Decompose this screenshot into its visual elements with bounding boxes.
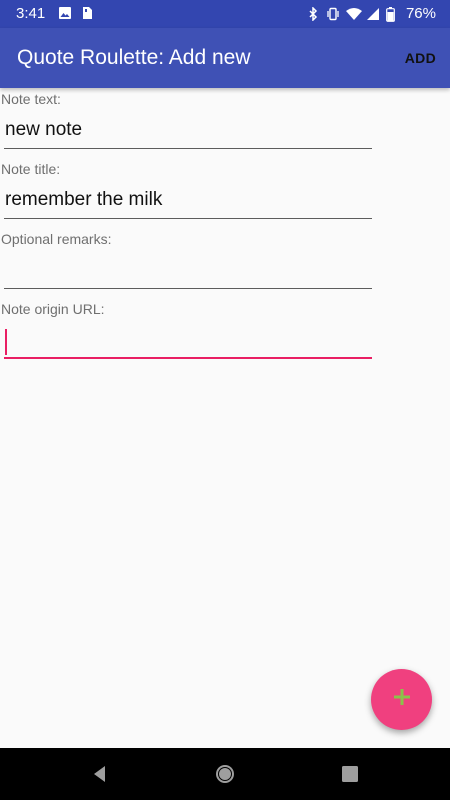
app-title: Quote Roulette: Add new [17,46,251,69]
back-icon[interactable] [88,762,112,786]
add-note-fab[interactable] [371,669,432,730]
origin-url-input[interactable] [4,325,372,359]
screen: 3:41 76% Quote Roulette: Add new ADD Not… [0,0,450,800]
status-bar: 3:41 76% [0,0,450,28]
signal-icon [366,7,380,21]
battery-icon [386,7,400,22]
text-cursor [5,329,7,355]
navigation-bar [0,748,450,800]
note-text-label: Note text: [1,91,61,107]
note-text-input[interactable] [4,115,372,149]
status-time: 3:41 [16,5,46,22]
origin-url-label: Note origin URL: [1,301,105,317]
image-icon [58,6,72,20]
add-button[interactable]: ADD [405,49,436,67]
sim-card-icon [80,6,94,20]
battery-percentage: 76% [405,5,436,22]
note-title-label: Note title: [1,161,61,177]
note-title-input[interactable] [4,185,372,219]
remarks-input[interactable] [4,255,372,289]
recents-icon[interactable] [338,762,362,786]
bluetooth-icon [306,6,320,22]
wifi-icon [345,7,362,21]
status-notification-icons [58,6,94,20]
vibrate-icon [326,7,340,21]
home-icon[interactable] [213,762,237,786]
remarks-label: Optional remarks: [1,231,112,247]
plus-icon [393,689,410,710]
status-system-icons: 76% [306,5,436,23]
app-bar: Quote Roulette: Add new ADD [0,28,450,88]
